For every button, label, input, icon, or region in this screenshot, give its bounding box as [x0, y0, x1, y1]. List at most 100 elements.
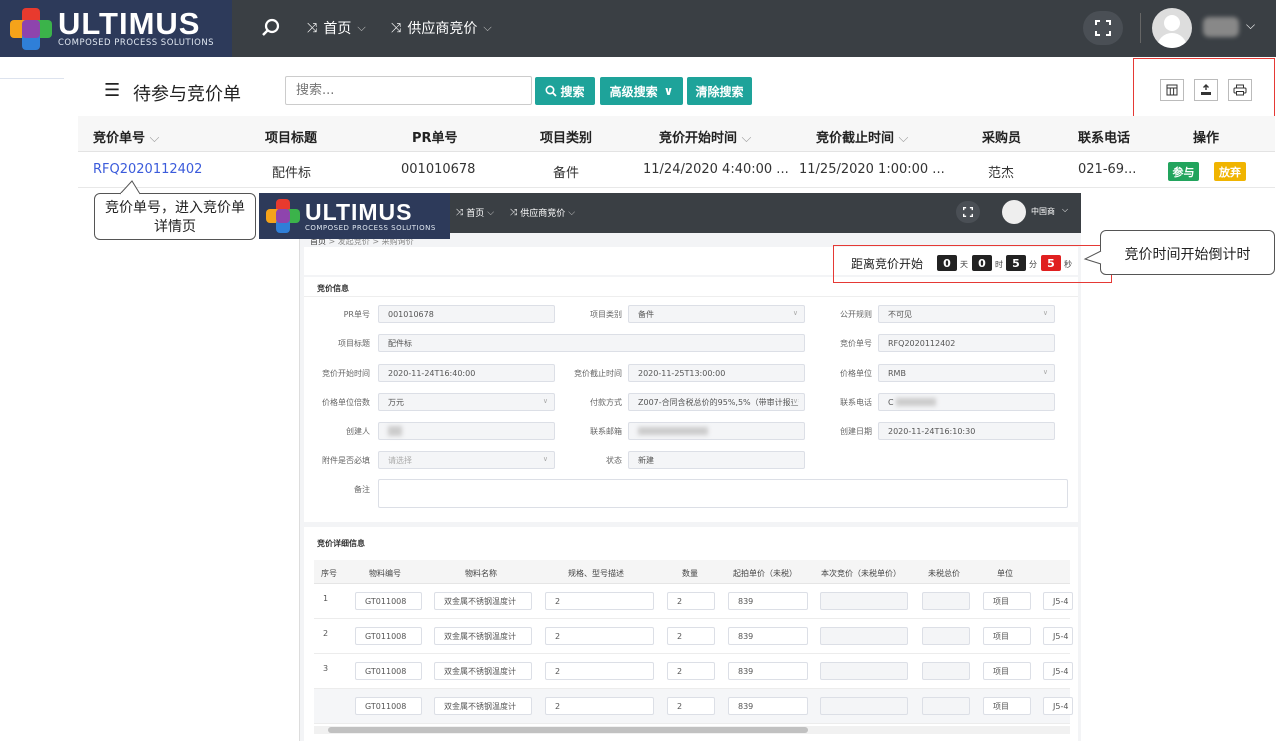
chevron-down-icon: ∨ — [792, 397, 798, 405]
price-unit-label: 价格单位 — [840, 369, 872, 378]
create-date-field: 2020-11-24T16:10:30 — [878, 422, 1055, 440]
rfq-link[interactable]: RFQ2020112402 — [93, 162, 202, 177]
grid-col-no: 序号 — [321, 569, 337, 578]
grid-cell-no: 1 — [323, 594, 329, 603]
fullscreen-icon — [963, 207, 973, 217]
grid-cell-qty: 2 — [667, 592, 715, 610]
attachment-select[interactable]: 请选择 ∨ — [378, 451, 555, 469]
fullscreen-icon — [1095, 20, 1111, 36]
brand-name: ULTIMUS — [58, 6, 201, 41]
col-end-time[interactable]: 竞价截止时间 ⌵ — [816, 127, 908, 146]
col-actions: 操作 — [1193, 131, 1220, 146]
sort-icon: ⌵ — [149, 131, 160, 146]
grid-cell-spec: 2 — [545, 627, 654, 645]
grid-col-unit: 单位 — [997, 569, 1013, 578]
countdown-hours-unit: 时 — [995, 260, 1003, 269]
grid-cell-bid[interactable] — [820, 592, 908, 610]
countdown-minutes: 5 — [1006, 255, 1026, 271]
search-icon[interactable] — [260, 17, 282, 39]
detail-fullscreen-button[interactable] — [956, 201, 980, 223]
nav-item-home[interactable]: ⤨ 首页 ⌵ — [307, 18, 366, 38]
grid-cell-no: 3 — [323, 664, 329, 673]
grid-cell-bid[interactable] — [820, 697, 908, 715]
countdown-seconds-unit: 秒 — [1064, 260, 1072, 269]
detail-user-chevron-icon[interactable]: ⌵ — [1062, 205, 1068, 215]
row-title: 配件标 — [272, 166, 312, 181]
grid-cell-extra: J5-4 — [1043, 662, 1073, 680]
brand-tagline: COMPOSED PROCESS SOLUTIONS — [58, 38, 215, 48]
callout-pointer — [1083, 250, 1103, 265]
advanced-search-button[interactable]: 高级搜索 ∨ — [600, 77, 683, 105]
sort-icon: ⌵ — [898, 131, 909, 146]
col-rfq-no[interactable]: 竞价单号 ⌵ — [93, 127, 159, 146]
join-button[interactable]: 参与 — [1168, 162, 1199, 181]
grid-cell-code: GT011008 — [355, 697, 422, 715]
countdown-minutes-unit: 分 — [1029, 260, 1037, 269]
detail-avatar[interactable] — [1002, 200, 1026, 224]
bid-detail-title: 竞价详细信息 — [317, 539, 365, 548]
export-icon[interactable] — [1194, 79, 1218, 101]
callout-rfq: 竞价单号，进入竞价单详情页 — [94, 193, 256, 240]
detail-nav-home[interactable]: ⤨ 首页 ⌵ — [456, 206, 494, 220]
payment-label: 付款方式 — [590, 398, 622, 407]
category-select[interactable]: 备件 ∨ — [628, 305, 805, 323]
multiple-select[interactable]: 万元 ∨ — [378, 393, 555, 411]
print-icon[interactable] — [1228, 79, 1252, 101]
pr-field: 001010678 — [378, 305, 555, 323]
grid-cell-qty: 2 — [667, 627, 715, 645]
row-divider — [78, 187, 1275, 188]
grid-cell-extra: J5-4 — [1043, 627, 1073, 645]
grid-cell-qty: 2 — [667, 697, 715, 715]
status-label: 状态 — [606, 456, 622, 465]
grid-cell-price: 839 — [728, 592, 808, 610]
detail-nav-bidding[interactable]: ⤨ 供应商竞价 ⌵ — [510, 206, 575, 220]
col-start-time[interactable]: 竞价开始时间 ⌵ — [659, 127, 751, 146]
category-label: 项目类别 — [590, 310, 622, 319]
nav-divider — [1140, 13, 1141, 43]
user-avatar[interactable] — [1152, 8, 1192, 48]
horizontal-scrollbar[interactable] — [314, 726, 1070, 734]
app-logo[interactable]: ULTIMUS COMPOSED PROCESS SOLUTIONS — [0, 0, 232, 57]
detail-brand-name: ULTIMUS — [305, 199, 413, 225]
status-field: 新建 — [628, 451, 805, 469]
give-up-button[interactable]: 放弃 — [1214, 162, 1246, 181]
page-title: 待参与竞价单 — [133, 84, 241, 105]
grid-cell-total — [922, 697, 970, 715]
detail-user-name[interactable]: 中国商 — [1031, 206, 1055, 217]
grid-cell-code: GT011008 — [355, 662, 422, 680]
grid-cell-bid[interactable] — [820, 662, 908, 680]
clear-search-button[interactable]: 清除搜索 — [687, 77, 752, 105]
col-category: 项目类别 — [540, 131, 593, 146]
countdown-days: 0 — [937, 255, 957, 271]
cube-logo-icon — [266, 199, 300, 233]
search-button[interactable]: 搜索 — [535, 77, 595, 105]
fullscreen-button[interactable] — [1083, 11, 1123, 45]
grid-cell-extra: J5-4 — [1043, 697, 1073, 715]
user-chevron-icon[interactable]: ⌵ — [1246, 18, 1255, 33]
chevron-down-icon: ∨ — [663, 84, 674, 98]
title-field: 配件标 — [378, 334, 805, 352]
rfq-field: RFQ2020112402 — [878, 334, 1055, 352]
grid-cell-bid[interactable] — [820, 627, 908, 645]
nav-item-supplier-bidding[interactable]: ⤨ 供应商竞价 ⌵ — [391, 18, 492, 38]
shuffle-icon: ⤨ — [456, 207, 464, 218]
columns-icon[interactable] — [1160, 79, 1184, 101]
advanced-search-label: 高级搜索 — [609, 84, 658, 99]
price-unit-select[interactable]: RMB ∨ — [878, 364, 1055, 382]
public-rule-select[interactable]: 不可见 ∨ — [878, 305, 1055, 323]
chevron-down-icon: ∨ — [1042, 309, 1048, 317]
remark-label: 备注 — [354, 485, 370, 494]
email-label: 联系邮箱 — [590, 427, 622, 436]
search-input[interactable] — [285, 76, 532, 105]
col-phone: 联系电话 — [1078, 131, 1131, 146]
menu-icon[interactable]: ☰ — [104, 80, 120, 101]
payment-select[interactable]: Z007-合同含税总价的95%,5%（带审计报查 ∨ — [628, 393, 805, 411]
shuffle-icon: ⤨ — [391, 20, 402, 36]
grid-col-code: 物料编号 — [369, 569, 401, 578]
grid-col-total: 未税总价 — [928, 569, 960, 578]
chevron-down-icon: ∨ — [792, 309, 798, 317]
col-title: 项目标题 — [265, 131, 318, 146]
remark-textarea[interactable] — [378, 479, 1068, 508]
user-name-blurred[interactable] — [1203, 17, 1239, 37]
sidebar-edge — [0, 78, 64, 79]
